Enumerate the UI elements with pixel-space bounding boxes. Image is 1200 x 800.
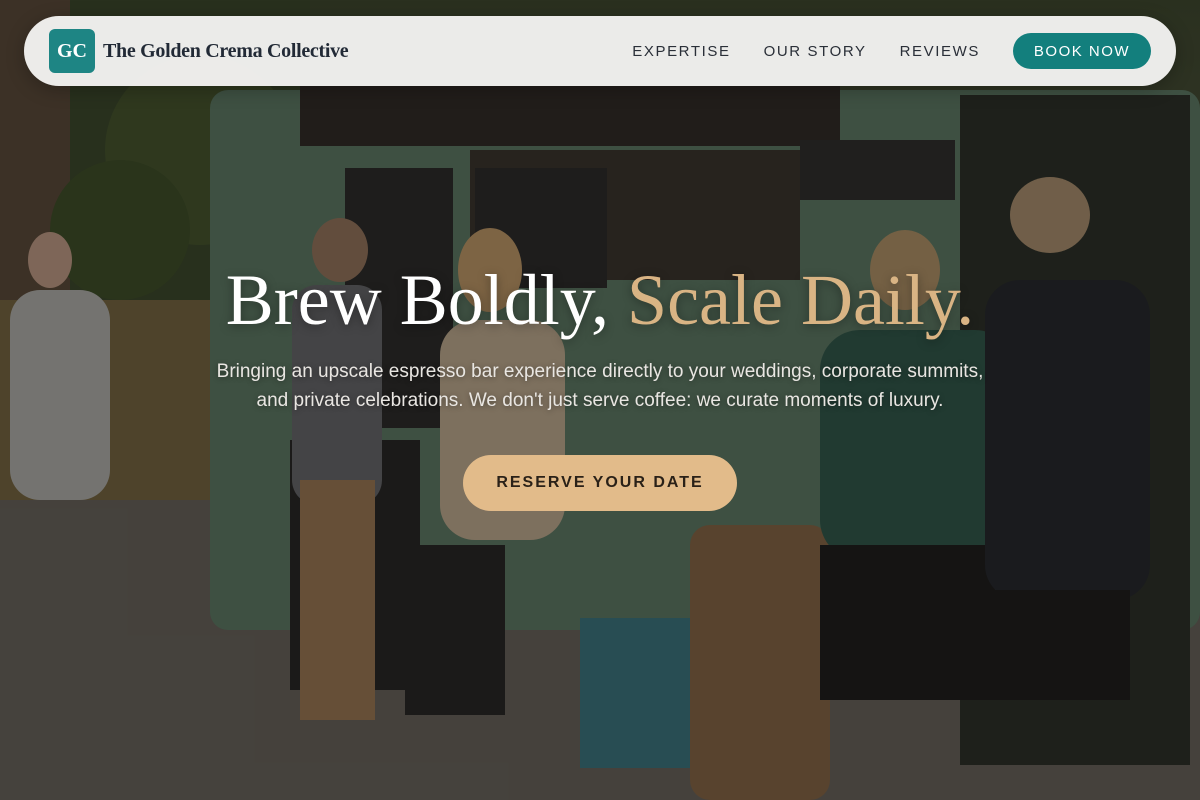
reserve-your-date-button[interactable]: RESERVE YOUR DATE bbox=[463, 455, 737, 511]
hero-subtitle: Bringing an upscale espresso bar experie… bbox=[216, 361, 984, 411]
nav-links: EXPERTISE OUR STORY REVIEWS BOOK NOW bbox=[632, 33, 1151, 69]
hero-headline: Brew Boldly, Scale Daily. bbox=[0, 258, 1200, 342]
nav-link-expertise[interactable]: EXPERTISE bbox=[632, 43, 730, 60]
hero-content: Brew Boldly, Scale Daily. Bringing an up… bbox=[0, 258, 1200, 511]
main-navigation-bar: GC The Golden Crema Collective EXPERTISE… bbox=[24, 16, 1176, 86]
brand-monogram-logo: GC bbox=[49, 29, 95, 73]
nav-link-our-story[interactable]: OUR STORY bbox=[764, 43, 867, 60]
headline-accent-text: Scale Daily. bbox=[627, 260, 975, 340]
brand-name: The Golden Crema Collective bbox=[103, 39, 349, 62]
nav-link-reviews[interactable]: REVIEWS bbox=[900, 43, 980, 60]
brand-logo-link[interactable]: GC The Golden Crema Collective bbox=[49, 29, 349, 73]
headline-main-text: Brew Boldly, bbox=[225, 260, 610, 340]
book-now-button[interactable]: BOOK NOW bbox=[1013, 33, 1151, 69]
